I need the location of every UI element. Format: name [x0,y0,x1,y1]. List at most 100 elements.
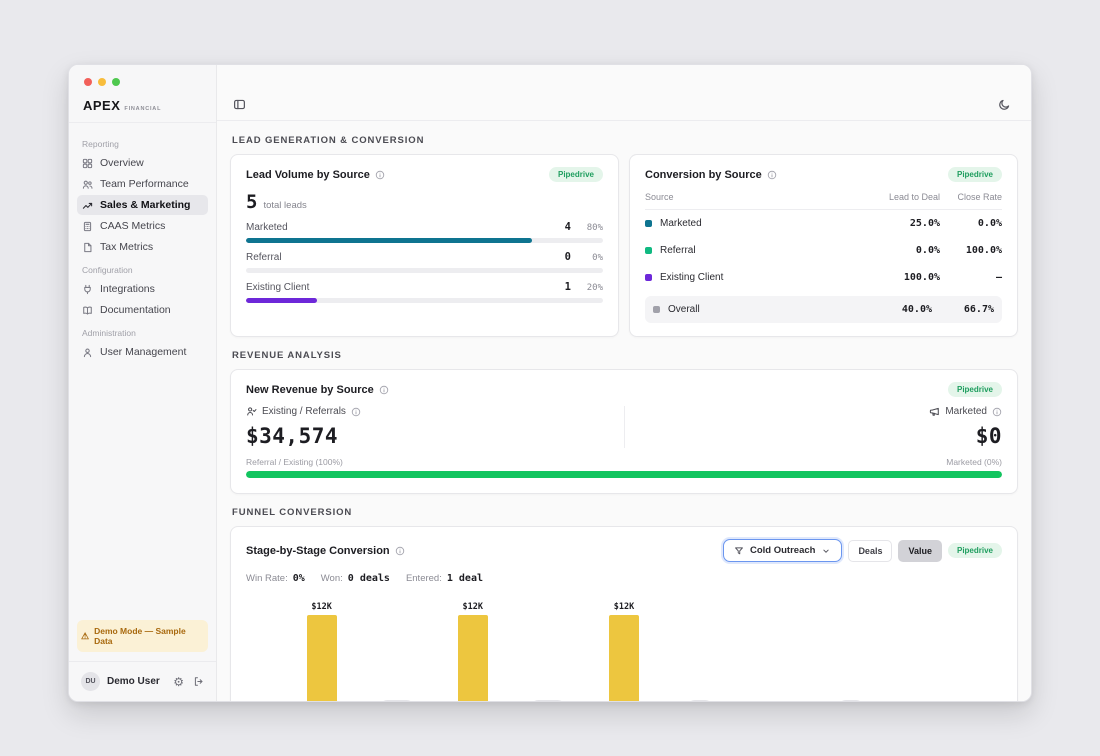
sidebar-item-label: Sales & Marketing [100,199,191,211]
nav-section-reporting: Reporting [82,139,119,149]
pipeline-filter-value: Cold Outreach [749,545,816,556]
conversion-title: Conversion by Source [645,168,762,181]
stage-value: $12K [311,602,332,612]
entered-label: Entered: [405,573,442,584]
sidebar-item-caas-metrics[interactable]: CAAS Metrics [77,216,208,236]
conversion-table-header: Source Lead to Deal Close Rate [645,182,1002,210]
card-header: New Revenue by Source Pipedrive [246,382,1002,397]
stage-bar [457,615,488,701]
sidebar-item-integrations[interactable]: Integrations [77,279,208,299]
funnel-stage: $12K Proposal Sent [548,591,699,701]
card-title: Conversion by Source [645,169,777,181]
close-rate-value: 66.7% [963,304,994,315]
close-window-button[interactable] [84,78,92,86]
user-name: Demo User [107,676,160,687]
user-icon [82,347,93,358]
sidebar-item-label: User Management [100,346,187,358]
window-controls [69,65,216,92]
card-header: Stage-by-Stage Conversion Cold Outreach … [246,539,1002,562]
column-close-rate: Close Rate [957,192,1002,202]
win-rate-label: Win Rate: [246,573,288,584]
plug-icon [82,284,93,295]
warning-icon: ⚠ [81,630,90,641]
dark-mode-icon[interactable] [998,98,1011,111]
document-icon [82,242,93,253]
funnel-stage: $0 Won [851,591,1002,701]
revenue-existing-note: Referral / Existing (100%) [246,457,343,467]
sidebar-item-user-management[interactable]: User Management [77,342,208,362]
pipedrive-badge: Pipedrive [947,382,1002,397]
user-actions: ⚙ [173,676,204,688]
pipedrive-badge: Pipedrive [947,167,1002,182]
sidebar-item-team-performance[interactable]: Team Performance [77,174,208,194]
logo-name: APEX [83,98,121,113]
user-row[interactable]: DU Demo User ⚙ [69,661,216,701]
funnel-stage: $12K Discovery Meeting [397,591,548,701]
info-icon[interactable] [767,170,777,180]
conversion-rate-pill: 100% [530,700,567,701]
revenue-marketed-label: Marketed [945,406,987,417]
won-value: 0 deals [347,573,390,584]
app-window: APEX FINANCIAL Reporting Overview Team P… [68,64,1032,702]
stage-value: $12K [613,602,635,612]
revenue-marketed-amount: $0 [975,424,1002,448]
sidebar-item-label: Tax Metrics [100,241,154,253]
source-label: Existing Client [246,282,310,293]
value-toggle-button[interactable]: Value [898,539,942,562]
minimize-window-button[interactable] [98,78,106,86]
pipeline-filter-dropdown[interactable]: Cold Outreach [722,539,843,562]
sidebar-item-label: CAAS Metrics [100,220,166,232]
close-rate-value: 0.0% [977,218,1002,229]
sidebar-item-documentation[interactable]: Documentation [77,300,208,320]
win-rate-value: 0% [292,573,305,584]
revenue-split-bar-fill [246,471,1002,478]
funnel-card: Stage-by-Stage Conversion Cold Outreach … [230,526,1018,701]
stage-bar [609,615,639,701]
funnel-title: Stage-by-Stage Conversion [246,544,390,557]
gear-icon[interactable]: ⚙ [173,676,184,688]
dashboard-content: LEAD GENERATION & CONVERSION Lead Volume… [217,121,1031,701]
calculator-icon [82,221,93,232]
source-bar-fill [246,238,532,243]
sidebar-item-sales-marketing[interactable]: Sales & Marketing [77,195,208,215]
maximize-window-button[interactable] [112,78,120,86]
info-icon[interactable] [351,407,361,417]
source-percent: 20% [586,283,603,293]
filter-icon [734,546,744,556]
funnel-controls: Cold Outreach Deals Value Pipedrive [722,539,1002,562]
revenue-split: Existing / Referrals $34,574 Marketed $0 [246,406,1002,448]
revenue-marketed-note: Marketed (0%) [946,457,1002,467]
logout-icon[interactable] [193,676,204,687]
chevron-down-icon [821,546,831,556]
card-title: Stage-by-Stage Conversion [246,545,405,557]
series-color-dot [645,274,652,281]
source-bar-track [246,298,603,303]
sidebar-item-label: Team Performance [100,178,189,190]
demo-mode-label: Demo Mode — Sample Data [94,626,186,646]
app-logo: APEX FINANCIAL [69,92,216,123]
total-leads-value: 5 [246,191,258,213]
sidebar-item-overview[interactable]: Overview [77,153,208,173]
nav-section-configuration: Configuration [82,265,133,275]
info-icon[interactable] [375,170,385,180]
logo-suffix: FINANCIAL [124,106,162,112]
total-leads-label: total leads [263,200,307,211]
sidebar-toggle-icon[interactable] [233,98,246,111]
pipedrive-badge: Pipedrive [947,543,1002,558]
sidebar-item-tax-metrics[interactable]: Tax Metrics [77,237,208,257]
lead-source-row: Existing Client 1 20% [246,281,603,303]
sidebar-item-label: Integrations [100,283,155,295]
series-color-dot [645,247,652,254]
revenue-existing-block: Existing / Referrals $34,574 [246,406,624,448]
info-icon[interactable] [395,546,405,556]
deals-toggle-button[interactable]: Deals [848,539,893,562]
lead-volume-total: 5 total leads [246,191,603,213]
info-icon[interactable] [992,407,1002,417]
card-header: Lead Volume by Source Pipedrive [246,167,603,182]
section-lead-generation: LEAD GENERATION & CONVERSION [232,135,425,146]
trend-icon [82,200,93,211]
stage-bar [306,615,337,701]
lead-to-deal-value: 25.0% [909,218,940,229]
series-color-dot [645,220,652,227]
info-icon[interactable] [379,385,389,395]
